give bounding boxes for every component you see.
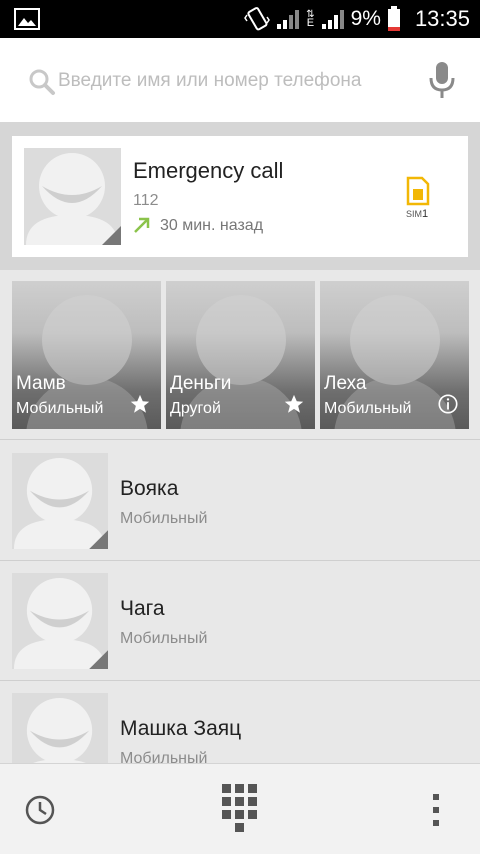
sim-card-icon[interactable] — [406, 176, 430, 206]
contact-type: Мобильный — [120, 510, 208, 527]
history-icon[interactable] — [24, 794, 56, 826]
recent-call-section: Emergency call 112 30 мин. назад SIM1 — [0, 122, 480, 270]
sim-text: SIM — [406, 209, 423, 219]
default-contact-icon — [12, 573, 108, 669]
favorite-type: Другой — [170, 400, 221, 417]
favorite-tile[interactable]: Леха Мобильный — [320, 281, 469, 429]
sim-number: 1 — [422, 208, 429, 220]
outgoing-call-arrow-icon — [134, 217, 150, 233]
search-input[interactable] — [58, 66, 408, 96]
list-item[interactable]: Машка Заяц Мобильный — [0, 681, 480, 763]
network-type: E — [306, 17, 315, 29]
contact-name: Машка Заяц — [120, 717, 242, 740]
favorite-type: Мобильный — [16, 400, 104, 417]
recent-call-number: 112 — [133, 192, 159, 209]
signal-icon — [277, 10, 300, 29]
favorite-name: Леха — [324, 373, 367, 394]
default-contact-icon — [24, 148, 121, 245]
dialpad-icon[interactable] — [222, 784, 258, 834]
info-icon[interactable] — [437, 393, 459, 415]
status-bar: ⇅ E 9% 13:35 — [0, 0, 480, 38]
vibrate-icon — [244, 7, 271, 31]
avatar — [196, 295, 286, 385]
search-icon — [29, 69, 55, 95]
list-item[interactable]: Вояка Мобильный — [0, 441, 480, 561]
sim-label: SIM1 — [406, 208, 428, 220]
favorite-tile[interactable]: Деньги Другой — [166, 281, 315, 429]
overflow-menu-icon[interactable] — [428, 792, 444, 828]
avatar — [12, 693, 108, 763]
bottom-action-bar — [0, 763, 480, 854]
gallery-icon — [14, 8, 40, 30]
battery-percent: 9% — [350, 7, 381, 30]
signal-icon — [321, 10, 344, 29]
favorite-type: Мобильный — [324, 400, 412, 417]
recent-call-time: 30 мин. назад — [160, 217, 264, 234]
avatar — [42, 295, 132, 385]
default-contact-icon — [12, 693, 108, 763]
contact-name: Вояка — [120, 477, 179, 500]
contact-type: Мобильный — [120, 630, 208, 647]
default-contact-icon — [12, 453, 108, 549]
list-item[interactable]: Чага Мобильный — [0, 561, 480, 681]
avatar — [350, 295, 440, 385]
favorites-grid: Мамв Мобильный Деньги Другой Леха Мобиль… — [0, 270, 480, 440]
contact-type: Мобильный — [120, 750, 208, 763]
favorite-name: Деньги — [170, 373, 232, 394]
battery-icon — [387, 6, 400, 31]
data-arrows-icon: ⇅ E — [306, 9, 315, 29]
star-icon[interactable] — [129, 393, 151, 415]
avatar — [24, 148, 121, 245]
favorite-name: Мамв — [16, 373, 66, 394]
avatar — [12, 453, 108, 549]
recent-call-card[interactable]: Emergency call 112 30 мин. назад SIM1 — [12, 136, 468, 257]
microphone-icon[interactable] — [426, 60, 458, 102]
search-bar[interactable] — [0, 38, 480, 122]
star-icon[interactable] — [283, 393, 305, 415]
recent-call-name: Emergency call — [133, 158, 284, 183]
contact-list: Вояка Мобильный Чага Мобильный Машка Зая… — [0, 441, 480, 763]
clock: 13:35 — [414, 6, 470, 31]
avatar — [12, 573, 108, 669]
favorite-tile[interactable]: Мамв Мобильный — [12, 281, 161, 429]
contact-name: Чага — [120, 597, 165, 620]
